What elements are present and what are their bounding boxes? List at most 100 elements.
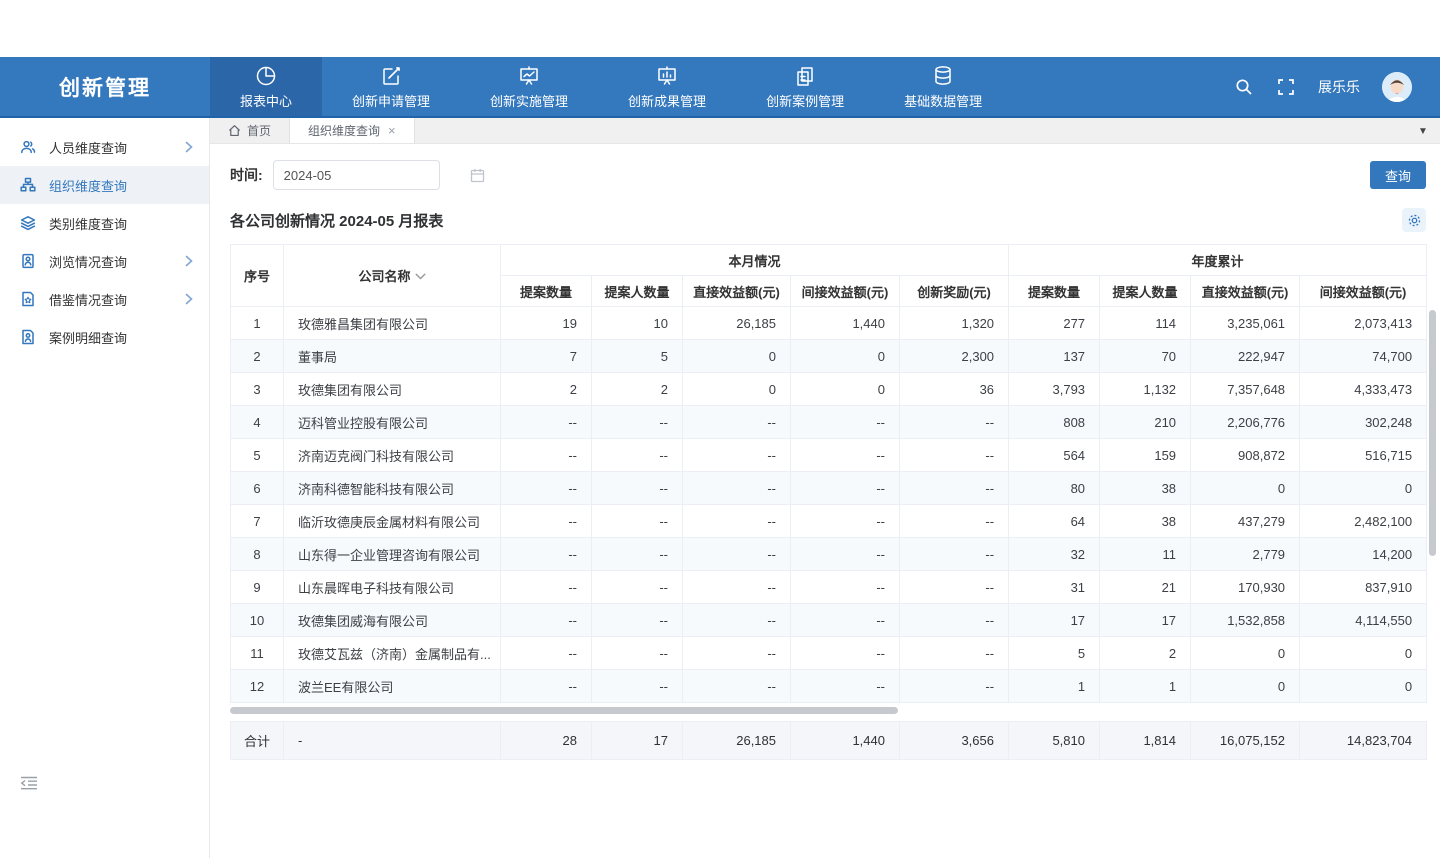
cell-value: -- bbox=[683, 571, 791, 604]
total-value: 1,814 bbox=[1100, 722, 1191, 760]
cell-value: 0 bbox=[1300, 670, 1427, 703]
table-row: 10玫德集团威海有限公司----------17171,532,8584,114… bbox=[231, 604, 1427, 637]
total-row: 合计-281726,1851,4403,6565,8101,81416,075,… bbox=[231, 722, 1427, 760]
nav-item-6[interactable]: 基础数据管理 bbox=[874, 57, 1012, 116]
cell-index: 12 bbox=[231, 670, 284, 703]
sort-caret-icon[interactable] bbox=[415, 268, 426, 283]
col-header-2-1: 提案数量 bbox=[1009, 276, 1100, 307]
badge-icon bbox=[20, 253, 36, 269]
search-icon[interactable] bbox=[1234, 77, 1254, 97]
cell-value: -- bbox=[592, 637, 683, 670]
cell-value: 11 bbox=[1100, 538, 1191, 571]
cell-value: -- bbox=[592, 505, 683, 538]
close-icon[interactable]: × bbox=[388, 123, 396, 138]
cell-company: 济南科德智能科技有限公司 bbox=[284, 472, 501, 505]
col-header-2-3: 直接效益额(元) bbox=[1191, 276, 1300, 307]
tab-1[interactable]: 首页 bbox=[210, 118, 290, 143]
cell-value: -- bbox=[501, 604, 592, 637]
cell-value: -- bbox=[592, 670, 683, 703]
total-value: 14,823,704 bbox=[1300, 722, 1427, 760]
cell-value: -- bbox=[791, 670, 900, 703]
nav-item-1[interactable]: 报表中心 bbox=[210, 57, 322, 116]
sidebar-item-1[interactable]: 人员维度查询 bbox=[0, 128, 209, 166]
cell-value: 808 bbox=[1009, 406, 1100, 439]
cell-value: 32 bbox=[1009, 538, 1100, 571]
col-header-1-4: 间接效益额(元) bbox=[791, 276, 900, 307]
cell-company: 波兰EE有限公司 bbox=[284, 670, 501, 703]
total-value: - bbox=[284, 722, 501, 760]
cell-company: 迈科管业控股有限公司 bbox=[284, 406, 501, 439]
cell-index: 9 bbox=[231, 571, 284, 604]
cell-company: 济南迈克阀门科技有限公司 bbox=[284, 439, 501, 472]
cell-value: -- bbox=[900, 472, 1009, 505]
cell-value: -- bbox=[592, 604, 683, 637]
cell-value: -- bbox=[592, 439, 683, 472]
collapse-sidebar-icon[interactable] bbox=[20, 776, 38, 796]
cell-value: 1 bbox=[1009, 670, 1100, 703]
cell-value: -- bbox=[592, 406, 683, 439]
cell-value: 2,779 bbox=[1191, 538, 1300, 571]
avatar[interactable] bbox=[1382, 72, 1412, 102]
sidebar-item-5[interactable]: 借鉴情况查询 bbox=[0, 280, 209, 318]
cell-value: 0 bbox=[683, 373, 791, 406]
cell-value: 908,872 bbox=[1191, 439, 1300, 472]
tab-dropdown-icon[interactable]: ▼ bbox=[1412, 118, 1434, 144]
cell-value: 5 bbox=[1009, 637, 1100, 670]
cell-value: 1,440 bbox=[791, 307, 900, 340]
cell-value: 14,200 bbox=[1300, 538, 1427, 571]
cell-value: 1,532,858 bbox=[1191, 604, 1300, 637]
cell-value: -- bbox=[683, 406, 791, 439]
cell-index: 6 bbox=[231, 472, 284, 505]
cell-company: 玫德艾瓦兹（济南）金属制品有... bbox=[284, 637, 501, 670]
nav-item-label: 创新申请管理 bbox=[352, 91, 430, 110]
table-row: 5济南迈克阀门科技有限公司----------564159908,872516,… bbox=[231, 439, 1427, 472]
cell-value: 0 bbox=[1300, 472, 1427, 505]
cell-value: 74,700 bbox=[1300, 340, 1427, 373]
cell-value: -- bbox=[900, 670, 1009, 703]
cell-value: -- bbox=[501, 571, 592, 604]
sidebar-item-4[interactable]: 浏览情况查询 bbox=[0, 242, 209, 280]
horizontal-scrollbar[interactable] bbox=[230, 707, 898, 714]
sidebar-item-6[interactable]: 案例明细查询 bbox=[0, 318, 209, 356]
cell-value: 2 bbox=[592, 373, 683, 406]
sidebar-item-2[interactable]: 组织维度查询 bbox=[0, 166, 209, 204]
cell-value: -- bbox=[683, 670, 791, 703]
cell-value: 114 bbox=[1100, 307, 1191, 340]
cell-value: 137 bbox=[1009, 340, 1100, 373]
cell-value: -- bbox=[683, 637, 791, 670]
cell-value: 2 bbox=[1100, 637, 1191, 670]
sidebar-item-3[interactable]: 类别维度查询 bbox=[0, 204, 209, 242]
tab-2[interactable]: 组织维度查询× bbox=[290, 118, 415, 143]
filter-row: 时间: 查询 bbox=[230, 160, 1426, 190]
app-title: 创新管理 bbox=[0, 57, 210, 116]
cell-value: 38 bbox=[1100, 472, 1191, 505]
total-value: 1,440 bbox=[791, 722, 900, 760]
nav-item-4[interactable]: 创新成果管理 bbox=[598, 57, 736, 116]
sidebar-item-label: 浏览情况查询 bbox=[49, 252, 172, 271]
date-picker[interactable] bbox=[273, 160, 440, 190]
col-header-company[interactable]: 公司名称 bbox=[284, 245, 501, 307]
cell-index: 5 bbox=[231, 439, 284, 472]
nav-item-label: 创新案例管理 bbox=[766, 91, 844, 110]
nav-item-3[interactable]: 创新实施管理 bbox=[460, 57, 598, 116]
report-title-row: 各公司创新情况 2024-05 月报表 bbox=[230, 208, 1426, 232]
nav-item-5[interactable]: 创新案例管理 bbox=[736, 57, 874, 116]
table-row: 2董事局75002,30013770222,94774,700 bbox=[231, 340, 1427, 373]
vertical-scrollbar[interactable] bbox=[1429, 310, 1436, 556]
cell-company: 董事局 bbox=[284, 340, 501, 373]
gear-icon[interactable] bbox=[1402, 208, 1426, 232]
sidebar-item-label: 类别维度查询 bbox=[49, 214, 193, 233]
col-header-1-5: 创新奖励(元) bbox=[900, 276, 1009, 307]
query-button[interactable]: 查询 bbox=[1370, 161, 1426, 189]
report-title: 各公司创新情况 2024-05 月报表 bbox=[230, 210, 443, 231]
date-input[interactable] bbox=[274, 168, 470, 183]
fullscreen-icon[interactable] bbox=[1276, 77, 1296, 97]
report-table: 序号公司名称本月情况年度累计提案数量提案人数量直接效益额(元)间接效益额(元)创… bbox=[230, 244, 1426, 760]
cell-value: -- bbox=[592, 472, 683, 505]
cell-value: 1,132 bbox=[1100, 373, 1191, 406]
cell-value: 5 bbox=[592, 340, 683, 373]
cell-value: -- bbox=[791, 472, 900, 505]
cell-value: -- bbox=[791, 538, 900, 571]
nav-item-2[interactable]: 创新申请管理 bbox=[322, 57, 460, 116]
user-name[interactable]: 展乐乐 bbox=[1318, 77, 1360, 97]
